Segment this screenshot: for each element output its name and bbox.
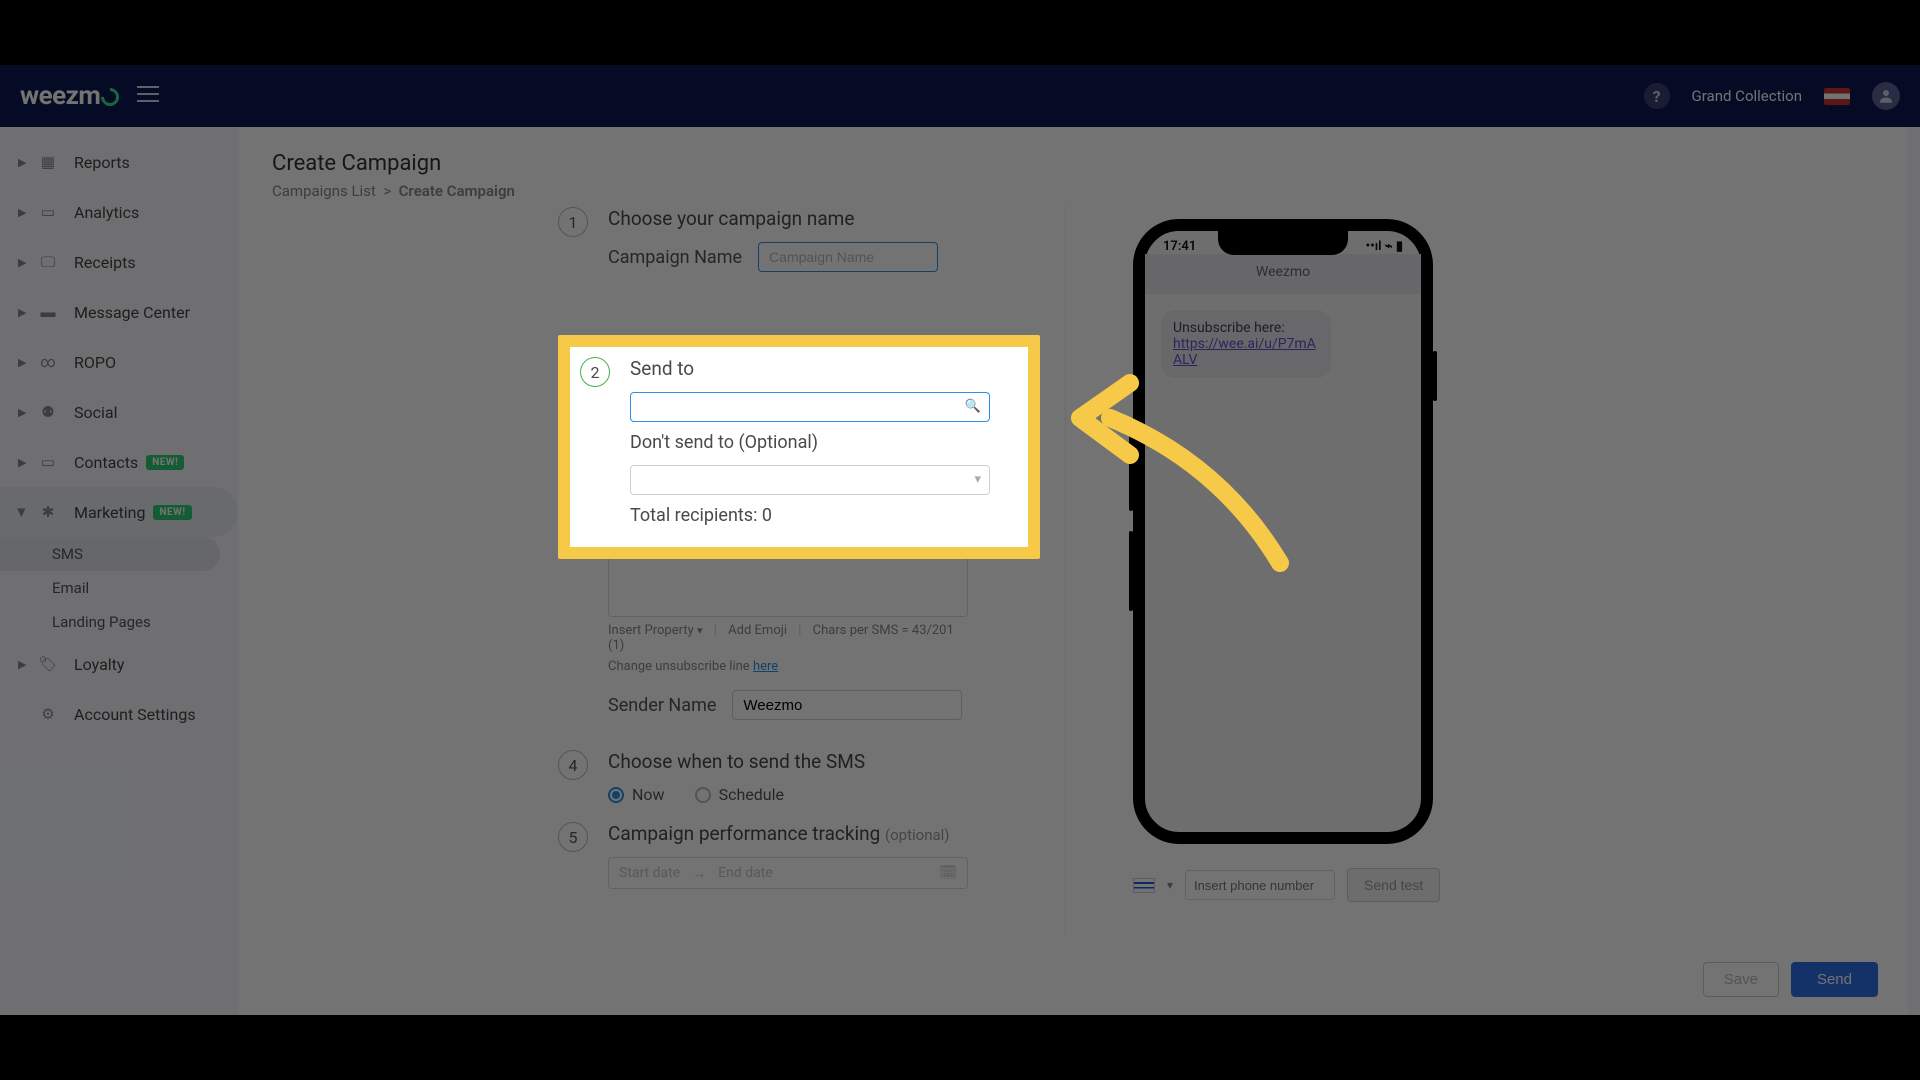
- dashboard-icon: ▦: [36, 153, 60, 171]
- new-badge: NEW!: [146, 455, 184, 470]
- app-viewport: weezm ? Grand Collection ▶▦Reports ▶▭Ana…: [0, 65, 1920, 1015]
- chevron-down-icon: ▾: [974, 472, 981, 487]
- hamburger-icon[interactable]: [137, 86, 159, 106]
- sidebar-subitem-landing-pages[interactable]: Landing Pages: [0, 605, 238, 639]
- sender-name-input[interactable]: [732, 690, 962, 720]
- phone-notch: [1218, 227, 1348, 255]
- campaign-name-label: Campaign Name: [608, 247, 742, 268]
- logo: weezm: [20, 81, 119, 111]
- step-4-title: Choose when to send the SMS: [608, 750, 1068, 773]
- sidebar-item-ropo[interactable]: ▶∞ROPO: [0, 337, 238, 387]
- sidebar-item-contacts[interactable]: ▶▭ContactsNEW!: [0, 437, 238, 487]
- insert-property-button[interactable]: Insert Property ▾: [608, 623, 703, 638]
- flag-us-icon: [1824, 88, 1850, 105]
- page-title: Create Campaign: [272, 151, 1874, 176]
- analytics-icon: ▭: [36, 203, 60, 221]
- step-1: 1 Choose your campaign name Campaign Nam…: [558, 207, 1068, 284]
- contacts-icon: ▭: [36, 453, 60, 471]
- help-button[interactable]: ?: [1644, 83, 1670, 109]
- radio-now[interactable]: Now: [608, 785, 665, 804]
- calendar-icon: 🗓: [939, 865, 957, 881]
- sender-name-label: Sender Name: [608, 695, 716, 716]
- account-name[interactable]: Grand Collection: [1692, 87, 1802, 105]
- step-5-badge: 5: [558, 822, 588, 852]
- sidebar-subitem-sms[interactable]: SMS: [0, 537, 220, 571]
- footer-actions: Save Send: [1703, 962, 1878, 997]
- start-date-placeholder: Start date: [619, 865, 680, 881]
- logo-o-icon: [98, 84, 123, 109]
- unsub-helper: Change unsubscribe line here: [608, 659, 968, 674]
- loyalty-icon: 🏷: [36, 655, 60, 673]
- breadcrumb-back[interactable]: Campaigns List: [272, 182, 376, 200]
- total-recipients: Total recipients: 0: [630, 505, 1018, 526]
- sidebar-item-message-center[interactable]: ▶▬Message Center: [0, 287, 238, 337]
- sidebar-subitem-email[interactable]: Email: [0, 571, 238, 605]
- breadcrumb: Campaigns List > Create Campaign: [272, 182, 1874, 200]
- breadcrumb-current: Create Campaign: [399, 182, 515, 200]
- phone-app-title: Weezmo: [1145, 254, 1421, 294]
- step-5: 5 Campaign performance tracking (optiona…: [558, 822, 1068, 889]
- save-button[interactable]: Save: [1703, 962, 1779, 997]
- editor-helpers: Insert Property ▾ | Add Emoji | Chars pe…: [608, 623, 968, 653]
- add-emoji-button[interactable]: Add Emoji: [728, 623, 787, 638]
- annotation-arrow-icon: [1070, 373, 1310, 573]
- campaign-name-input[interactable]: [758, 242, 938, 272]
- sidebar-item-receipts[interactable]: ▶🖵Receipts: [0, 237, 238, 287]
- new-badge: NEW!: [153, 505, 191, 520]
- sms-preview-bubble: Unsubscribe here: https://wee.ai/u/P7mAA…: [1161, 310, 1331, 378]
- end-date-placeholder: End date: [718, 865, 773, 881]
- sidebar-item-account-settings[interactable]: ▶⚙Account Settings: [0, 689, 238, 739]
- social-icon: ⚉: [36, 403, 60, 421]
- send-to-select[interactable]: 🔍: [630, 392, 990, 422]
- step-1-title: Choose your campaign name: [608, 207, 1068, 230]
- app-header: weezm ? Grand Collection: [0, 65, 1920, 127]
- step-4: 4 Choose when to send the SMS Now Schedu…: [558, 750, 1068, 804]
- marketing-icon: ✱: [36, 503, 60, 521]
- avatar-icon: [1872, 82, 1900, 110]
- sidebar-item-social[interactable]: ▶⚉Social: [0, 387, 238, 437]
- receipts-icon: 🖵: [36, 253, 60, 271]
- sidebar: ▶▦Reports ▶▭Analytics ▶🖵Receipts ▶▬Messa…: [0, 127, 238, 1015]
- profile-avatar[interactable]: [1872, 82, 1900, 110]
- chevron-down-icon: ▾: [1167, 878, 1173, 892]
- locale-flag[interactable]: [1824, 88, 1850, 105]
- ropo-icon: ∞: [36, 353, 60, 371]
- signal-battery-icon: ••ıl ⌁ ▮: [1365, 239, 1403, 254]
- step-5-title: Campaign performance tracking (optional): [608, 822, 1068, 845]
- phone-side-button-icon: [1433, 351, 1437, 401]
- dont-send-select[interactable]: ▾: [630, 465, 990, 495]
- test-phone-input[interactable]: [1185, 870, 1335, 900]
- date-range-input[interactable]: Start date → End date 🗓: [608, 857, 968, 889]
- highlight-step-2: 2 Send to 🔍 Don't send to (Optional) ▾ T…: [558, 335, 1040, 559]
- radio-schedule[interactable]: Schedule: [695, 785, 784, 804]
- step-2-title: Send to: [630, 357, 1018, 380]
- flag-il-icon[interactable]: [1133, 878, 1155, 893]
- send-test-button[interactable]: Send test: [1347, 868, 1440, 902]
- search-icon: 🔍: [965, 399, 981, 414]
- message-icon: ▬: [36, 303, 60, 321]
- sms-preview-link: https://wee.ai/u/P7mAALV: [1173, 336, 1316, 368]
- gear-icon: ⚙: [36, 705, 60, 723]
- sidebar-item-marketing[interactable]: ▶✱MarketingNEW!: [0, 487, 238, 537]
- step-4-badge: 4: [558, 750, 588, 780]
- help-icon: ?: [1644, 83, 1670, 109]
- unsub-here-link[interactable]: here: [753, 659, 778, 674]
- dont-send-label: Don't send to (Optional): [630, 432, 1018, 453]
- arrow-right-icon: →: [692, 865, 706, 882]
- sidebar-item-analytics[interactable]: ▶▭Analytics: [0, 187, 238, 237]
- sidebar-item-loyalty[interactable]: ▶🏷Loyalty: [0, 639, 238, 689]
- send-button[interactable]: Send: [1791, 962, 1878, 997]
- chevron-down-icon: ▾: [697, 624, 703, 637]
- sidebar-item-reports[interactable]: ▶▦Reports: [0, 137, 238, 187]
- step-2-badge: 2: [580, 357, 610, 387]
- step-1-badge: 1: [558, 207, 588, 237]
